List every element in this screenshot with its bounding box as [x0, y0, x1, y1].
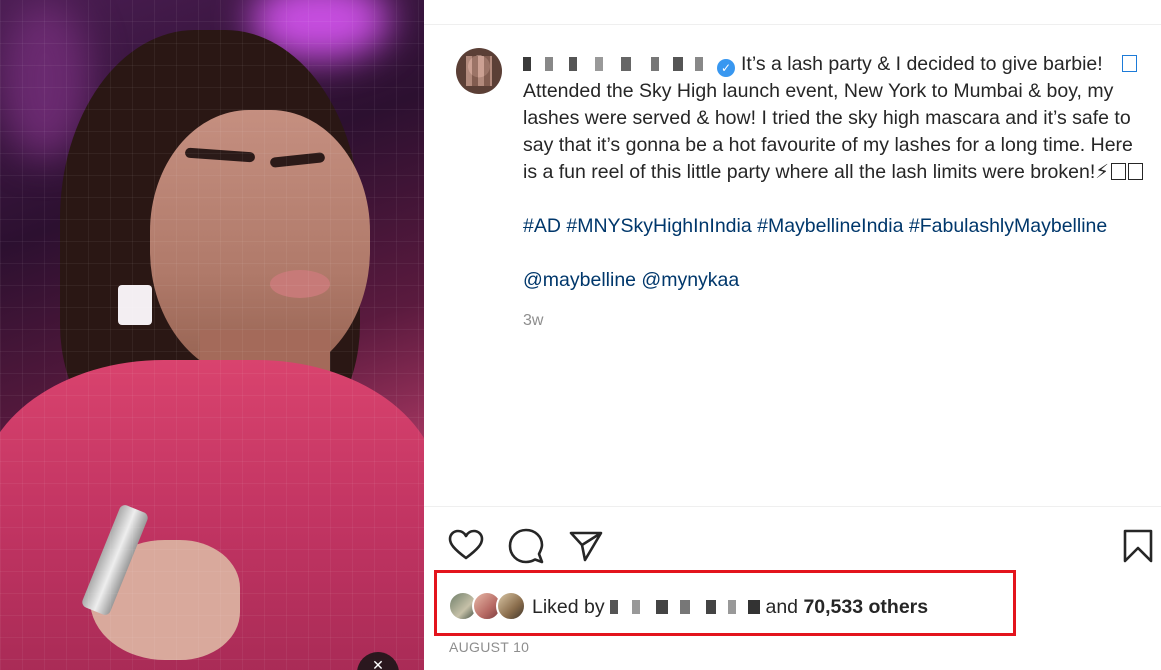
comment-icon [508, 528, 544, 564]
share-button[interactable] [568, 528, 604, 564]
caption-body: Attended the Sky High launch event, New … [523, 78, 1143, 186]
post-caption: ✓ It’s a lash party & I decided to give b… [523, 51, 1143, 334]
caption-hashtags[interactable]: #AD #MNYSkyHighInIndia #MaybellineIndia … [523, 213, 1143, 240]
heart-icon [448, 529, 484, 560]
emoji-icon [1127, 163, 1143, 180]
post-action-bar [448, 528, 1153, 564]
post-date[interactable]: AUGUST 10 [449, 639, 529, 655]
emoji-icon [1110, 163, 1126, 180]
caption-time-ago: 3w [523, 312, 544, 329]
highlight-annotation-box [434, 570, 1016, 636]
emoji-icon [1121, 55, 1137, 72]
author-avatar[interactable] [456, 48, 502, 94]
verified-badge-icon: ✓ [717, 59, 735, 77]
save-button[interactable] [1120, 528, 1156, 564]
caption-mentions[interactable]: @maybelline @mynykaa [523, 267, 1143, 294]
comment-button[interactable] [508, 528, 544, 564]
like-button[interactable] [448, 528, 484, 564]
emoji-icon [1105, 55, 1120, 72]
post-media[interactable]: ✕ [0, 0, 424, 670]
author-username[interactable] [523, 57, 713, 71]
send-icon [569, 531, 603, 562]
bookmark-icon [1123, 529, 1153, 563]
